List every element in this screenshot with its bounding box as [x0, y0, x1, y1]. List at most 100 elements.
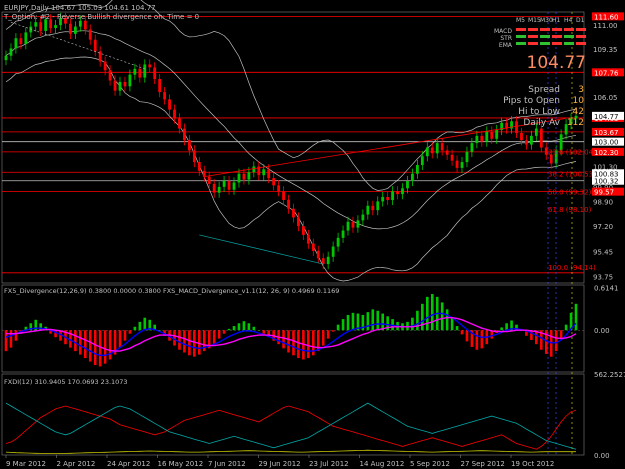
- macd-histogram-bar: [188, 330, 191, 356]
- macd-histogram-bar: [321, 330, 325, 346]
- candle-body: [539, 128, 543, 148]
- candle-body: [529, 135, 533, 145]
- chart-header: EURJPY,Daily 104.67 105.03 104.61 104.77: [4, 4, 156, 12]
- candle-body: [9, 48, 13, 56]
- macd-histogram-bar: [118, 330, 122, 348]
- candle-body: [242, 173, 246, 180]
- candle-body: [520, 132, 523, 141]
- x-tick-label: 7 Jun 2012: [208, 460, 246, 468]
- macd-histogram-bar: [416, 310, 419, 331]
- indicator-bar: [540, 28, 550, 31]
- macd-panel-title: FX5_Divergence(12,26,9) 0.3800 0.0000 0.…: [4, 287, 339, 295]
- candle-body: [435, 143, 439, 154]
- candle-body: [356, 220, 360, 228]
- x-tick-label: 9 Mar 2012: [6, 460, 46, 468]
- stat-value: 3: [578, 85, 584, 95]
- candle-body: [411, 173, 414, 182]
- macd-histogram-bar: [138, 321, 142, 331]
- macd-histogram-bar: [14, 330, 18, 341]
- candle-body: [158, 79, 162, 93]
- macd-y-tick: 0.6141: [594, 284, 619, 292]
- macd-histogram-bar: [500, 327, 503, 331]
- candle-body: [34, 22, 38, 27]
- macd-histogram-bar: [247, 323, 251, 331]
- macd-histogram-bar: [287, 330, 290, 353]
- stat-value: 42: [573, 107, 584, 117]
- macd-histogram-bar: [371, 309, 375, 331]
- candle-body: [420, 156, 424, 165]
- candle-body: [54, 25, 57, 29]
- y-tick-label: 106.05: [593, 94, 618, 102]
- macd-histogram-bar: [445, 309, 449, 331]
- fxdi-panel-title: FXDI(12) 310.9405 170.0693 23.1073: [4, 378, 128, 386]
- candle-body: [197, 162, 201, 171]
- candle-body: [391, 191, 395, 200]
- macd-histogram-bar: [292, 330, 295, 356]
- y-tick-label: 98.90: [593, 198, 613, 206]
- candle-body: [267, 169, 271, 179]
- macd-histogram-bar: [103, 330, 107, 364]
- candle-body: [401, 188, 404, 195]
- fib-label: 50.0 (99.32): [548, 188, 592, 196]
- candle-body: [475, 135, 479, 144]
- candle-body: [148, 64, 152, 68]
- macd-histogram-bar: [460, 330, 464, 335]
- macd-histogram-bar: [217, 330, 221, 339]
- macd-histogram-bar: [411, 317, 414, 331]
- macd-histogram-bar: [232, 326, 236, 331]
- macd-histogram-bar: [237, 323, 241, 331]
- candle-body: [331, 246, 335, 257]
- indicator-label: STR: [500, 35, 512, 42]
- candle-body: [306, 234, 310, 244]
- trading-chart-window: 100.0 (94.14) 61.8 (98.10) 50.0 (99.32) 38.…: [0, 0, 625, 469]
- candle-body: [262, 169, 266, 176]
- candle-body: [108, 70, 112, 81]
- candle-body: [227, 181, 231, 190]
- candle-body: [168, 99, 171, 110]
- candle-body: [163, 92, 167, 100]
- macd-histogram-bar: [173, 330, 176, 346]
- timeframe-label: H4: [564, 17, 573, 24]
- macd-histogram-bar: [108, 330, 112, 360]
- macd-histogram-bar: [366, 312, 370, 331]
- macd-histogram-bar: [88, 330, 92, 362]
- macd-histogram-bar: [93, 330, 97, 366]
- candle-body: [292, 208, 295, 218]
- indicator-bar: [552, 35, 562, 38]
- candle-body: [525, 140, 528, 145]
- candle-body: [277, 185, 281, 192]
- candle-body: [69, 23, 72, 34]
- candle-body: [232, 182, 236, 190]
- candle-body: [381, 197, 385, 202]
- candle-body: [212, 183, 216, 193]
- timeframe-label: M5: [516, 17, 525, 24]
- candle-body: [187, 140, 191, 151]
- macd-histogram-bar: [430, 294, 434, 331]
- indicator-bar: [576, 42, 586, 45]
- macd-histogram-bar: [326, 330, 330, 339]
- macd-y-tick: 0.00: [594, 327, 610, 335]
- fxdi-y-tick: 0.00: [594, 452, 610, 460]
- timeframe-label: D1: [576, 17, 585, 24]
- macd-histogram-bar: [9, 330, 13, 348]
- candle-body: [237, 173, 241, 183]
- candle-body: [415, 164, 419, 174]
- chart-canvas[interactable]: 100.0 (94.14)61.8 (98.10)50.0 (99.32)38.…: [0, 0, 625, 469]
- candle-body: [192, 150, 196, 163]
- price-tag: 107.76: [594, 69, 619, 77]
- macd-histogram-bar: [133, 326, 137, 331]
- y-tick-label: 95.45: [593, 249, 613, 257]
- candle-body: [465, 151, 469, 163]
- macd-histogram-bar: [480, 330, 484, 349]
- candle-body: [252, 166, 256, 173]
- macd-histogram-bar: [123, 330, 127, 341]
- candle-body: [376, 201, 380, 211]
- candle-body: [14, 38, 18, 49]
- candle-body: [490, 131, 494, 139]
- candle-body: [282, 191, 285, 200]
- macd-histogram-bar: [475, 330, 479, 350]
- stat-value: 10: [573, 96, 585, 106]
- candle-body: [183, 128, 186, 141]
- candle-body: [113, 80, 117, 91]
- candle-body: [351, 221, 355, 228]
